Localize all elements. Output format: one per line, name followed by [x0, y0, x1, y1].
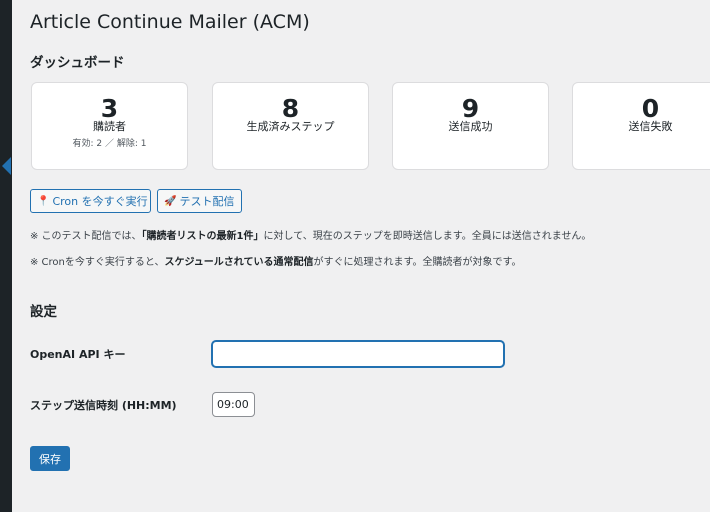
save-button[interactable]: 保存 [30, 446, 70, 471]
stat-card-sent: 9 送信成功 [392, 82, 549, 170]
subscribers-label: 購読者 [93, 120, 126, 133]
sent-label: 送信成功 [448, 120, 493, 133]
run-cron-button[interactable]: 📍 Cron を今すぐ実行 [30, 189, 151, 213]
subscribers-count: 3 [100, 94, 119, 123]
collapse-arrow-icon[interactable] [2, 157, 11, 175]
stat-card-subscribers: 3 購読者 有効: 2 ／ 解除: 1 [31, 82, 188, 170]
steps-label: 生成済みステップ [246, 120, 335, 133]
step-time-label: ステップ送信時刻 (HH:MM) [30, 399, 177, 412]
rocket-icon: 🚀 [164, 195, 177, 207]
step-time-input[interactable] [212, 392, 255, 417]
stat-card-failed: 0 送信失敗 [572, 82, 710, 170]
settings-heading: 設定 [30, 304, 57, 320]
test-send-note: ※ このテスト配信では、「購読者リストの最新1件」に対して、現在のステップを即時… [30, 231, 592, 242]
pushpin-icon: 📍 [37, 195, 50, 207]
cron-note: ※ Cronを今すぐ実行すると、スケジュールされている通常配信がすぐに処理されま… [30, 257, 522, 268]
admin-sidebar [0, 0, 12, 512]
subscribers-breakdown: 有効: 2 ／ 解除: 1 [72, 139, 147, 149]
dashboard-heading: ダッシュボード [30, 55, 125, 71]
failed-label: 送信失敗 [628, 120, 673, 133]
api-key-label: OpenAI API キー [30, 348, 126, 361]
steps-count: 8 [281, 94, 300, 123]
run-cron-label: Cron を今すぐ実行 [52, 195, 148, 208]
page-title: Article Continue Mailer (ACM) [30, 11, 310, 33]
stat-card-steps: 8 生成済みステップ [212, 82, 369, 170]
api-key-input[interactable] [212, 341, 504, 367]
sent-count: 9 [461, 94, 480, 123]
test-send-button[interactable]: 🚀 テスト配信 [157, 189, 242, 213]
test-send-label: テスト配信 [179, 195, 235, 208]
failed-count: 0 [641, 94, 660, 123]
